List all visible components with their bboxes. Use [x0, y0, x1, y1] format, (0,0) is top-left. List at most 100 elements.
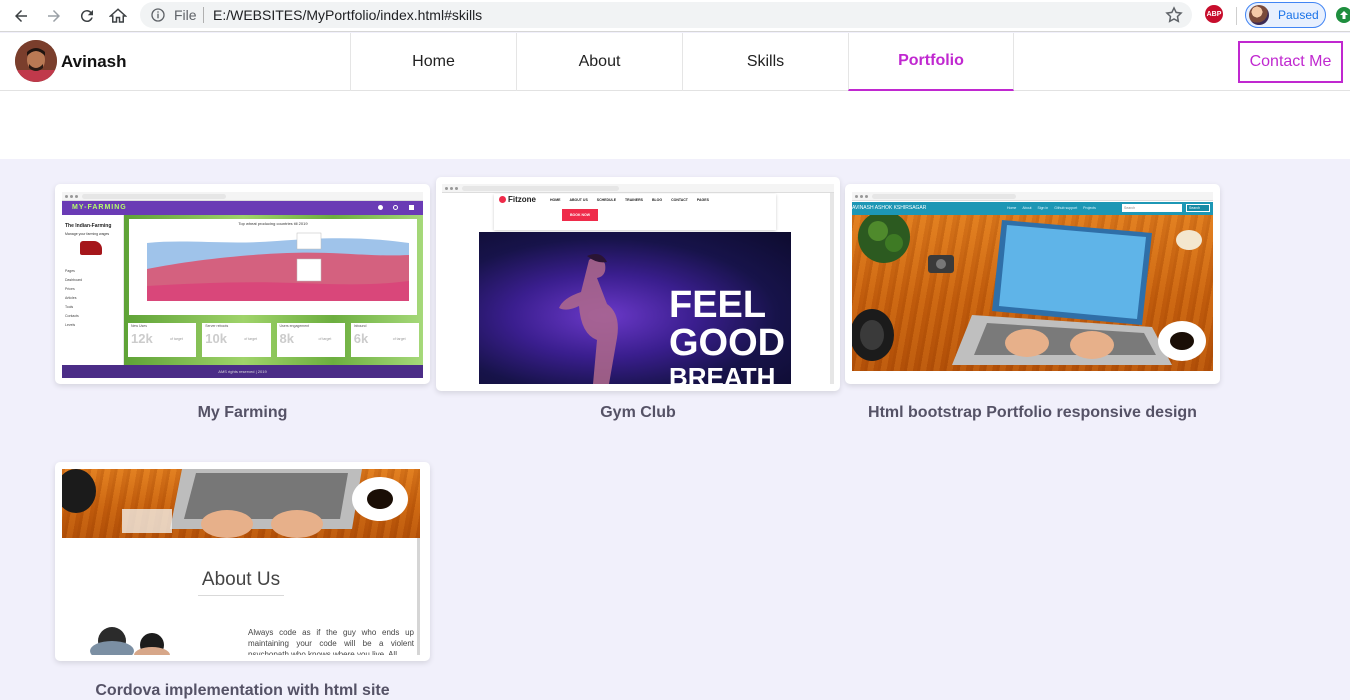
portfolio-card-my-farming[interactable]: MY-FARMING The Indian-Farming Manage you… — [55, 184, 430, 384]
contact-me-button[interactable]: Contact Me — [1238, 41, 1343, 83]
screenshot-browser-bar — [852, 192, 1213, 201]
sidebar-subtitle: Manage your farming wages — [65, 232, 110, 236]
nav-portfolio[interactable]: Portfolio — [848, 33, 1014, 91]
gym-nav: HOME ABOUT US SCHEDULE TRAINERS BLOG CON… — [550, 198, 709, 202]
desk-scene-graphic — [852, 211, 1206, 365]
site-navbar: Avinash Home About Skills Portfolio Cont… — [0, 33, 1350, 91]
gym-header: Fitzone HOME ABOUT US SCHEDULE TRAINERS … — [494, 194, 776, 230]
hero-laptop-image — [852, 211, 1213, 371]
brand-name[interactable]: Avinash — [61, 52, 127, 72]
site-nav-item: Sign in — [1037, 206, 1049, 210]
desk-scene-graphic — [62, 469, 408, 538]
people-photo — [90, 627, 170, 655]
stat-card: New Uses 12k of target — [128, 323, 197, 357]
gym-nav-item: HOME — [550, 198, 561, 202]
avatar — [15, 40, 57, 82]
stat-note: of target — [244, 337, 258, 341]
gym-nav-item: SCHEDULE — [596, 198, 617, 202]
project-screenshot: Fitzone HOME ABOUT US SCHEDULE TRAINERS … — [442, 184, 834, 384]
sidebar-link: Tools — [65, 305, 74, 309]
hero-line: FEEL — [669, 284, 767, 326]
omnibox-divider — [203, 7, 204, 23]
heading-underline — [198, 595, 284, 596]
stat-value: 8k — [279, 331, 294, 346]
user-icon — [409, 205, 414, 210]
browser-toolbar: File E:/WEBSITES/MyPortfolio/index.html#… — [0, 0, 1350, 32]
address-bar[interactable]: File E:/WEBSITES/MyPortfolio/index.html#… — [140, 2, 1192, 28]
gym-nav-item: CONTACT — [671, 198, 688, 202]
stat-note: of target — [392, 337, 406, 341]
gym-hero: FEEL GOOD BREATH — [479, 232, 791, 384]
area-chart-graphic — [147, 232, 409, 301]
screenshot-browser-bar — [442, 184, 834, 193]
adblock-extension-icon[interactable]: ABP — [1205, 5, 1223, 23]
app-name: MY-FARMING — [72, 204, 127, 211]
project-screenshot: MY-FARMING The Indian-Farming Manage you… — [62, 192, 423, 378]
app-topbar: MY-FARMING — [62, 201, 423, 215]
nav-about[interactable]: About — [516, 33, 682, 91]
sidebar-link: Articles — [65, 296, 77, 300]
sidebar-link: Dashboard — [65, 278, 83, 282]
site-topbar: AVINASH ASHOK KSHIRSAGAR Home About Sign… — [852, 202, 1213, 215]
runner-silhouette — [559, 254, 618, 384]
settings-icon — [378, 205, 383, 210]
url-text[interactable]: E:/WEBSITES/MyPortfolio/index.html#skill… — [213, 7, 482, 23]
home-icon[interactable] — [106, 4, 130, 28]
profile-status-label: Paused — [1278, 8, 1319, 22]
stat-label: Server reboots — [205, 324, 229, 328]
site-nav-item: Projects — [1083, 206, 1096, 210]
app-footer: AMS rights reserved | 2019 — [62, 365, 423, 378]
gym-nav-item: TRAINERS — [625, 198, 643, 202]
book-now-button: BOOK NOW — [562, 209, 598, 221]
about-banner-image — [62, 469, 420, 538]
site-nav-item: Github support — [1054, 206, 1078, 210]
nav-skills[interactable]: Skills — [682, 33, 848, 91]
chart-title: Top wheat producing countries till 2019 — [238, 221, 308, 226]
portfolio-card-cordova[interactable]: About Us Always code as if the guy who e… — [55, 462, 430, 661]
app-main-area: Top wheat producing countries till 2019 … — [124, 215, 423, 365]
portfolio-card-gym-club[interactable]: Fitzone HOME ABOUT US SCHEDULE TRAINERS … — [436, 177, 840, 391]
tractor-icon — [80, 241, 102, 255]
gym-nav-item: PAGES — [696, 198, 709, 202]
sidebar-link: Contacts — [65, 314, 79, 318]
stat-note: of target — [318, 337, 332, 341]
stat-value: 10k — [205, 331, 227, 346]
stat-note: of target — [170, 337, 183, 341]
stat-card: Inbound 6k of target — [350, 323, 419, 357]
site-nav: Home About Sign in Github support Projec… — [1007, 206, 1096, 210]
area-chart-panel: Top wheat producing countries till 2019 — [129, 219, 417, 315]
toolbar-divider — [1236, 7, 1237, 25]
site-search-button: Search — [1186, 204, 1210, 212]
portfolio-card-bootstrap-portfolio[interactable]: AVINASH ASHOK KSHIRSAGAR Home About Sign… — [845, 184, 1220, 384]
gym-logo-text: Fitzone — [508, 195, 536, 204]
screenshot-browser-bar — [62, 192, 423, 201]
hero-line: GOOD — [669, 322, 786, 364]
profile-paused-button[interactable]: Paused — [1245, 2, 1326, 28]
info-icon[interactable] — [150, 7, 166, 28]
bookmark-star-icon[interactable] — [1164, 5, 1184, 30]
hero-text: FEEL GOOD BREATH — [669, 286, 785, 384]
about-heading: About Us — [201, 569, 281, 590]
project-title[interactable]: My Farming — [55, 404, 430, 422]
stat-value: 6k — [353, 331, 369, 346]
update-arrow-icon[interactable] — [1336, 7, 1350, 23]
project-title[interactable]: Html bootstrap Portfolio responsive desi… — [845, 404, 1220, 422]
hero-line: BREATH — [669, 362, 776, 384]
project-title[interactable]: Cordova implementation with html site — [55, 682, 430, 700]
back-arrow-icon[interactable] — [9, 4, 33, 28]
sidebar-title: The Indian-Farming — [65, 223, 112, 229]
forward-arrow-icon[interactable] — [42, 4, 66, 28]
app-sidebar: The Indian-Farming Manage your farming w… — [62, 215, 124, 365]
sidebar-links: Pages Dashboard Prices Articles Tools Co… — [65, 267, 82, 330]
stat-label: Users engagement — [279, 324, 310, 328]
nav-home[interactable]: Home — [350, 33, 516, 91]
project-screenshot: AVINASH ASHOK KSHIRSAGAR Home About Sign… — [852, 192, 1213, 378]
stat-label: New Uses — [131, 324, 147, 328]
stats-row: New Uses 12k of target Server reboots 10… — [124, 323, 423, 357]
project-title[interactable]: Gym Club — [436, 404, 840, 422]
site-nav-item: About — [1022, 206, 1032, 210]
section-spacer — [0, 91, 1350, 159]
stat-label: Inbound — [353, 324, 367, 328]
reload-icon[interactable] — [75, 4, 99, 28]
site-name: AVINASH ASHOK KSHIRSAGAR — [852, 205, 927, 211]
